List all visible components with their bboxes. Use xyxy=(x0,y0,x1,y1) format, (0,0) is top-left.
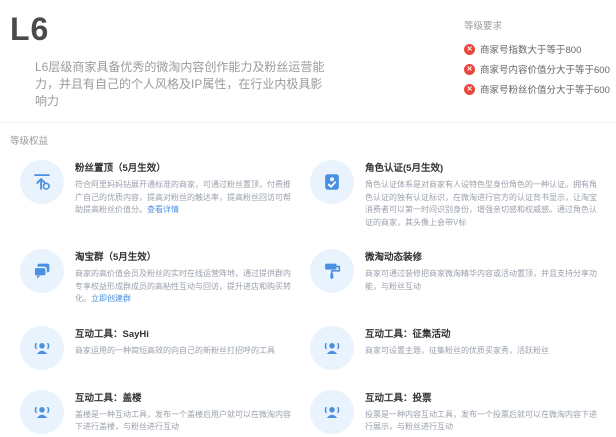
benefit-desc-text: 符合阿里妈妈钻展开通标准的商家，可通过粉丝置顶，付费推广自己的优质内容，提高对粉… xyxy=(75,180,291,214)
cross-circle-icon: ✕ xyxy=(464,44,475,55)
view-details-link[interactable]: 查看详情 xyxy=(147,205,179,214)
requirement-item: ✕ 商家号粉丝价值分大于等于600 xyxy=(464,82,602,96)
benefit-desc-text: 角色认证体系是对商家有人设特色型身份角色的一种认证。拥有角色认证的独有认证标识，… xyxy=(365,180,597,227)
page-header: L6 L6层级商家具备优秀的微淘内容创作能力及粉丝运营能力，并且有自己的个人风格… xyxy=(0,0,616,110)
benefit-item-floor: 互动工具：盖楼 盖楼是一种互动工具，发布一个盖楼后用户就可以在微淘内容下进行盖楼… xyxy=(20,390,310,434)
benefit-item-collect: 互动工具：征集活动 商家可设置主题，征集粉丝的优质买家秀，活跃粉丝 xyxy=(310,326,616,370)
benefits-grid: 粉丝置顶（5月生效） 符合阿里妈妈钻展开通标准的商家，可通过粉丝置顶，付费推广自… xyxy=(10,160,616,437)
benefit-title: 互动工具：SayHi xyxy=(75,328,275,342)
benefit-desc-text: 商家可设置主题，征集粉丝的优质买家秀，活跃粉丝 xyxy=(365,346,549,355)
benefit-title: 角色认证(5月生效) xyxy=(365,162,600,176)
vote-person-icon xyxy=(310,390,354,434)
chat-bubbles-icon xyxy=(20,249,64,293)
collect-person-icon xyxy=(310,326,354,370)
benefit-desc: 商家运用的一种简短高效的向自己的新粉丝打招呼的工具 xyxy=(75,345,275,358)
benefit-title: 互动工具：投票 xyxy=(365,392,600,406)
benefit-desc: 商家的高价值会员及粉丝的实时在线运营阵地，通过提供群内专享权益形成群成员的高粘性… xyxy=(75,268,294,306)
requirement-text: 商家号指数大于等于800 xyxy=(480,42,581,56)
requirement-text: 商家号内容价值分大于等于600 xyxy=(480,62,610,76)
benefit-desc: 盖楼是一种互动工具，发布一个盖楼后用户就可以在微淘内容下进行盖楼，与粉丝进行互动 xyxy=(75,409,294,434)
benefit-text: 互动工具：SayHi 商家运用的一种简短高效的向自己的新粉丝打招呼的工具 xyxy=(75,326,275,370)
benefit-title: 互动工具：盖楼 xyxy=(75,392,294,406)
level-block: L6 L6层级商家具备优秀的微淘内容创作能力及粉丝运营能力，并且有自己的个人风格… xyxy=(10,12,327,110)
benefits-section: 等级权益 粉丝置顶（5月生效） 符合阿里妈妈钻展开通标准的商家，可通过粉丝置顶，… xyxy=(0,123,616,437)
benefit-desc-text: 商家运用的一种简短高效的向自己的新粉丝打招呼的工具 xyxy=(75,346,275,355)
benefit-item-decorate: 微淘动态装修 商家可通过装修把商家微淘精华内容或活动置顶，并且支持分享功能，与粉… xyxy=(310,249,616,306)
benefit-item-vote: 互动工具：投票 投票是一种内容互动工具，发布一个投票后就可以在微淘内容下进行展示… xyxy=(310,390,616,434)
badge-check-icon xyxy=(310,160,354,204)
benefits-title: 等级权益 xyxy=(10,133,616,147)
requirements-panel: 等级要求 ✕ 商家号指数大于等于800 ✕ 商家号内容价值分大于等于600 ✕ … xyxy=(464,12,602,110)
benefit-title: 粉丝置顶（5月生效） xyxy=(75,162,294,176)
requirements-title: 等级要求 xyxy=(464,18,602,32)
benefit-item-taobao-group: 淘宝群（5月生效） 商家的高价值会员及粉丝的实时在线运营阵地，通过提供群内专享权… xyxy=(20,249,310,306)
level-title: L6 xyxy=(10,12,327,47)
level-description: L6层级商家具备优秀的微淘内容创作能力及粉丝运营能力，并且有自己的个人风格及IP… xyxy=(35,59,327,110)
benefit-desc-text: 投票是一种内容互动工具，发布一个投票后就可以在微淘内容下进行展示，与粉丝进行互动 xyxy=(365,410,597,432)
benefit-desc-text: 商家可通过装修把商家微淘精华内容或活动置顶，并且支持分享功能，与粉丝互动 xyxy=(365,269,597,291)
floor-person-icon xyxy=(20,390,64,434)
benefit-desc: 商家可通过装修把商家微淘精华内容或活动置顶，并且支持分享功能，与粉丝互动 xyxy=(365,268,600,293)
benefit-desc: 符合阿里妈妈钻展开通标准的商家，可通过粉丝置顶，付费推广自己的优质内容，提高对粉… xyxy=(75,179,294,217)
benefit-desc-text: 盖楼是一种互动工具，发布一个盖楼后用户就可以在微淘内容下进行盖楼，与粉丝进行互动 xyxy=(75,410,291,432)
requirement-item: ✕ 商家号内容价值分大于等于600 xyxy=(464,62,602,76)
benefit-text: 淘宝群（5月生效） 商家的高价值会员及粉丝的实时在线运营阵地，通过提供群内专享权… xyxy=(75,249,294,306)
cross-circle-icon: ✕ xyxy=(464,64,475,75)
benefit-desc: 投票是一种内容互动工具，发布一个投票后就可以在微淘内容下进行展示，与粉丝进行互动 xyxy=(365,409,600,434)
paint-roller-icon xyxy=(310,249,354,293)
benefit-item-role-cert: 角色认证(5月生效) 角色认证体系是对商家有人设特色型身份角色的一种认证。拥有角… xyxy=(310,160,616,229)
merchant-level-page: L6 L6层级商家具备优秀的微淘内容创作能力及粉丝运营能力，并且有自己的个人风格… xyxy=(0,0,616,437)
benefit-text: 微淘动态装修 商家可通过装修把商家微淘精华内容或活动置顶，并且支持分享功能，与粉… xyxy=(365,249,600,306)
requirement-item: ✕ 商家号指数大于等于800 xyxy=(464,42,602,56)
benefit-title: 微淘动态装修 xyxy=(365,251,600,265)
benefit-text: 互动工具：投票 投票是一种内容互动工具，发布一个投票后就可以在微淘内容下进行展示… xyxy=(365,390,600,434)
benefit-text: 互动工具：征集活动 商家可设置主题，征集粉丝的优质买家秀，活跃粉丝 xyxy=(365,326,549,370)
requirements-list: ✕ 商家号指数大于等于800 ✕ 商家号内容价值分大于等于600 ✕ 商家号粉丝… xyxy=(464,42,602,96)
sayhi-person-icon xyxy=(20,326,64,370)
cross-circle-icon: ✕ xyxy=(464,84,475,95)
benefit-item-sayhi: 互动工具：SayHi 商家运用的一种简短高效的向自己的新粉丝打招呼的工具 xyxy=(20,326,310,370)
create-group-link[interactable]: 立即创建群 xyxy=(91,294,131,303)
benefit-title: 淘宝群（5月生效） xyxy=(75,251,294,265)
benefit-text: 粉丝置顶（5月生效） 符合阿里妈妈钻展开通标准的商家，可通过粉丝置顶，付费推广自… xyxy=(75,160,294,229)
benefit-text: 互动工具：盖楼 盖楼是一种互动工具，发布一个盖楼后用户就可以在微淘内容下进行盖楼… xyxy=(75,390,294,434)
benefit-desc: 角色认证体系是对商家有人设特色型身份角色的一种认证。拥有角色认证的独有认证标识，… xyxy=(365,179,600,229)
benefit-title: 互动工具：征集活动 xyxy=(365,328,549,342)
requirement-text: 商家号粉丝价值分大于等于600 xyxy=(480,82,610,96)
pin-top-icon xyxy=(20,160,64,204)
benefit-text: 角色认证(5月生效) 角色认证体系是对商家有人设特色型身份角色的一种认证。拥有角… xyxy=(365,160,600,229)
benefit-desc: 商家可设置主题，征集粉丝的优质买家秀，活跃粉丝 xyxy=(365,345,549,358)
benefit-item-fans-pin: 粉丝置顶（5月生效） 符合阿里妈妈钻展开通标准的商家，可通过粉丝置顶，付费推广自… xyxy=(20,160,310,229)
